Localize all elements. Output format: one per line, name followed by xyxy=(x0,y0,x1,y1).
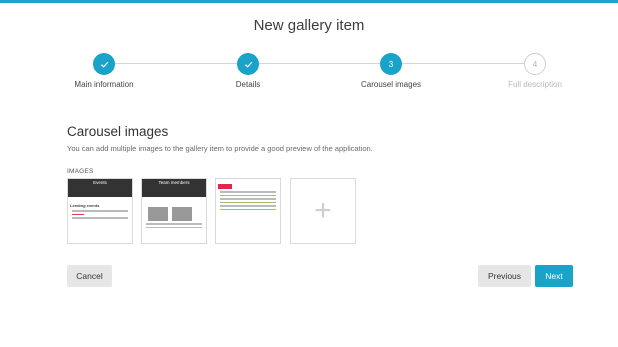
step-details[interactable]: Details xyxy=(193,50,303,89)
top-accent-bar xyxy=(0,0,618,3)
section-description: You can add multiple images to the galle… xyxy=(67,144,373,153)
plus-icon[interactable]: + xyxy=(290,178,356,244)
page-title: New gallery item xyxy=(253,17,365,34)
thumbnail-caption: Team members xyxy=(142,179,206,197)
next-button[interactable]: Next xyxy=(535,265,573,287)
section-title: Carousel images xyxy=(67,124,169,139)
check-icon xyxy=(237,53,259,75)
thumbnail-subtitle: Lending events xyxy=(70,203,100,208)
step-label: Details xyxy=(235,80,261,89)
step-number: 3 xyxy=(380,53,402,75)
previous-button[interactable]: Previous xyxy=(478,265,531,287)
step-label: Full description xyxy=(508,80,562,89)
check-icon xyxy=(93,53,115,75)
images-label: IMAGES xyxy=(67,168,94,175)
step-carousel-images[interactable]: 3 Carousel images xyxy=(336,50,446,89)
thumbnail[interactable]: Team members xyxy=(141,178,207,244)
thumbnail[interactable] xyxy=(215,178,281,244)
stepper: Main information Details 3 Carousel imag… xyxy=(0,50,618,95)
thumbnail[interactable]: Events Lending events xyxy=(67,178,133,244)
step-label: Carousel images xyxy=(360,80,422,89)
cancel-button[interactable]: Cancel xyxy=(67,265,112,287)
step-label: Main information xyxy=(74,80,134,89)
thumbnail-caption: Events xyxy=(68,179,132,197)
step-full-description[interactable]: 4 Full description xyxy=(480,50,590,89)
step-main-information[interactable]: Main information xyxy=(49,50,159,89)
step-number: 4 xyxy=(524,53,546,75)
